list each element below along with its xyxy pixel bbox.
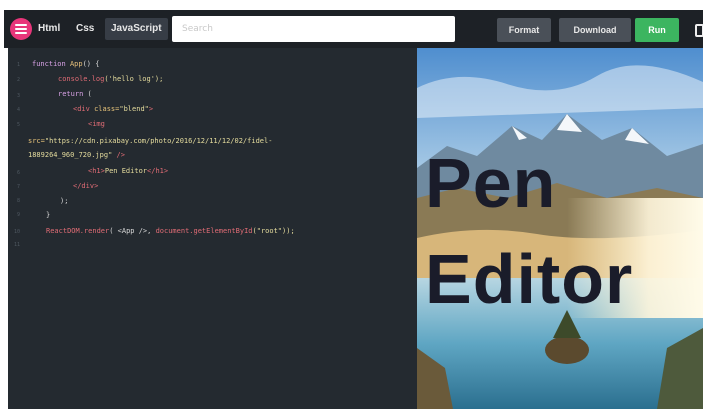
code-token: console.log — [58, 75, 105, 83]
code-token: "https://cdn.pixabay.com/photo/2016/12/1… — [44, 137, 273, 145]
code-token: <div — [73, 105, 90, 113]
line-number: 3 — [16, 93, 20, 99]
code-token: return — [58, 90, 84, 98]
code-token: ); — [60, 197, 69, 205]
tab-html[interactable]: Html — [38, 18, 60, 40]
code-token: ('hello log'); — [104, 75, 164, 83]
search-input[interactable] — [172, 16, 455, 42]
code-line: ReactDOM.render( <App />, document.getEl… — [46, 227, 295, 235]
code-token: } — [46, 211, 51, 219]
code-token: "blend" — [119, 105, 149, 113]
run-button[interactable]: Run — [635, 18, 679, 42]
preview-title-line1: Pen — [425, 144, 557, 222]
code-line: return ( — [58, 90, 92, 98]
code-token: </div> — [73, 182, 99, 190]
logo-icon — [10, 18, 32, 40]
code-token: <h1> — [88, 167, 105, 175]
tab-javascript[interactable]: JavaScript — [105, 18, 168, 40]
line-number: 6 — [16, 170, 20, 176]
code-token: <img — [88, 120, 105, 128]
code-line: <img — [88, 120, 105, 128]
code-line: <div class="blend"> — [73, 105, 153, 113]
code-line: function App() { — [32, 60, 99, 68]
settings-icon[interactable] — [695, 24, 703, 37]
code-editor[interactable]: 1 2 3 4 5 6 7 8 9 10 11 function App() {… — [8, 48, 417, 409]
code-token: function — [32, 60, 66, 68]
line-number: 1 — [16, 62, 20, 68]
code-token: 1889264_960_720.jpg" — [28, 151, 113, 159]
code-token: > — [148, 105, 154, 113]
line-number: 7 — [16, 184, 20, 190]
toolbar: Html Css JavaScript Format Download Run — [4, 10, 703, 48]
preview-pane: Pen Editor — [417, 48, 703, 409]
code-token: ( — [83, 90, 92, 98]
code-line: src="https://cdn.pixabay.com/photo/2016/… — [28, 137, 272, 145]
format-button[interactable]: Format — [497, 18, 551, 42]
code-line: } — [46, 211, 50, 219]
landscape-image — [417, 48, 703, 409]
line-number: 5 — [16, 122, 20, 128]
code-token: ( <App />, — [109, 227, 156, 235]
code-line: console.log('hello log'); — [58, 75, 163, 83]
code-token: () { — [82, 60, 100, 68]
code-token: src= — [28, 137, 45, 145]
line-number: 10 — [13, 229, 20, 235]
line-number: 11 — [13, 242, 20, 248]
code-token: /> — [112, 151, 125, 159]
code-line: </div> — [73, 182, 98, 190]
code-token: ReactDOM.render — [46, 227, 110, 235]
code-token: App — [69, 60, 83, 68]
code-token: class= — [89, 105, 120, 113]
code-line: <h1>Pen Editor</h1> — [88, 167, 168, 175]
code-token: </h1> — [147, 167, 169, 175]
tab-css[interactable]: Css — [76, 18, 94, 40]
code-line: 1889264_960_720.jpg" /> — [28, 151, 125, 159]
download-button[interactable]: Download — [559, 18, 631, 42]
code-token: ("root")); — [252, 227, 295, 235]
code-line: ); — [60, 197, 68, 205]
line-number: 9 — [16, 212, 20, 218]
pen-editor-app: Html Css JavaScript Format Download Run … — [0, 0, 703, 409]
line-number: 4 — [16, 107, 20, 113]
line-number: 8 — [16, 198, 20, 204]
preview-title-line2: Editor — [425, 240, 634, 318]
code-token: Pen Editor — [104, 167, 148, 175]
line-number: 2 — [16, 77, 20, 83]
code-token: document.getElementById — [155, 227, 253, 235]
